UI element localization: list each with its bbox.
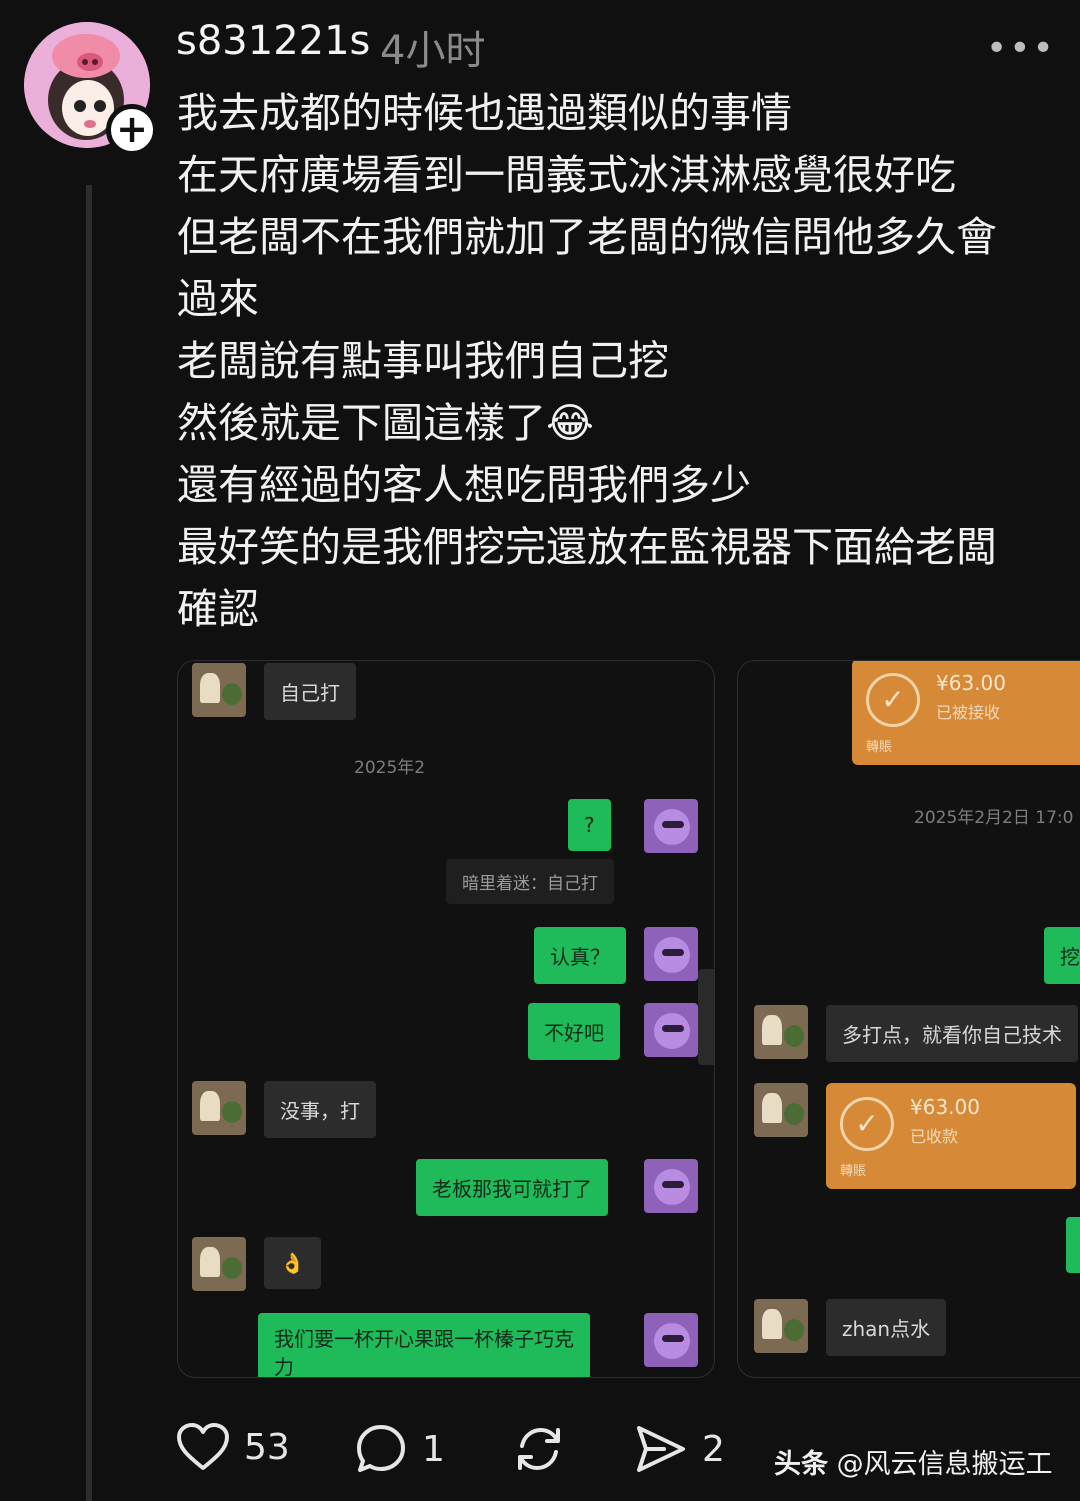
- repost-icon: [518, 1427, 560, 1471]
- post-line: 最好笑的是我們挖完還放在監視器下面給老闆: [177, 523, 997, 571]
- quoted-message: 暗里着迷：自己打: [446, 859, 614, 904]
- chat-bubble-incoming: 多打点，就看你自己技术: [826, 1005, 1078, 1062]
- post-line: 但老闆不在我們就加了老闆的微信問他多久會: [177, 213, 997, 261]
- transfer-label: 轉賬: [840, 1164, 867, 1179]
- post-line: 確認: [177, 585, 259, 633]
- transfer-card: ✓ ¥63.00 已被接收 轉賬: [852, 661, 1080, 765]
- own-avatar: [644, 799, 698, 853]
- post-line: 還有經過的客人想吃問我們多少: [177, 461, 751, 509]
- own-avatar: [644, 927, 698, 981]
- share-count: 2: [702, 1428, 725, 1470]
- more-options-icon[interactable]: •••: [986, 28, 1056, 69]
- heart-icon: [177, 1423, 229, 1470]
- watermark: 头条 @风云信息搬运工: [774, 1442, 1053, 1481]
- own-avatar: [644, 1159, 698, 1213]
- contact-avatar: [192, 1237, 246, 1291]
- comment-icon: [357, 1425, 405, 1472]
- comment-button[interactable]: 1: [354, 1422, 445, 1476]
- transfer-status: 已被接收: [936, 703, 1001, 722]
- transfer-amount: ¥63.00: [910, 1095, 980, 1119]
- bubble-line: 我们要一杯开心果跟一杯榛子巧克: [274, 1327, 574, 1351]
- transfer-card: ✓ ¥63.00 已收款 轉賬: [826, 1083, 1076, 1189]
- post-line: 過來: [177, 275, 259, 323]
- contact-avatar: [192, 1081, 246, 1135]
- post-line: 然後就是下圖這樣了😂: [177, 399, 594, 447]
- watermark-brand: 头条: [774, 1449, 828, 1480]
- chat-bubble-outgoing: 挖: [1044, 927, 1080, 984]
- contact-avatar: [754, 1005, 808, 1059]
- post-line: 老闆說有點事叫我們自己挖: [177, 337, 669, 385]
- like-button[interactable]: 53: [176, 1422, 290, 1472]
- post-time: 4小时: [380, 28, 486, 74]
- post-line: 我去成都的時候也遇過類似的事情: [177, 89, 792, 137]
- chat-bubble-incoming: 自己打: [264, 663, 356, 720]
- chat-timestamp: 2025年2月2日 17:0: [914, 808, 1074, 828]
- transfer-label: 轉賬: [866, 740, 893, 755]
- chat-bubble-outgoing: 我们要一杯开心果跟一杯榛子巧克 力: [258, 1313, 590, 1378]
- chat-bubble-outgoing: 老板那我可就打了: [416, 1159, 608, 1216]
- own-avatar: [644, 1313, 698, 1367]
- check-icon: ✓: [866, 673, 920, 727]
- scroll-handle[interactable]: [698, 969, 714, 1065]
- send-icon: [637, 1426, 685, 1472]
- contact-avatar: [754, 1299, 808, 1353]
- check-icon: ✓: [840, 1097, 894, 1151]
- watermark-handle: @风云信息搬运工: [836, 1449, 1053, 1480]
- chat-timestamp: 2025年2: [354, 758, 426, 778]
- chat-bubble-outgoing: 认真？: [534, 927, 626, 984]
- contact-avatar: [192, 663, 246, 717]
- own-avatar: [644, 1003, 698, 1057]
- transfer-amount: ¥63.00: [936, 671, 1006, 695]
- chat-bubble-incoming: zhan点水: [826, 1299, 947, 1356]
- share-button[interactable]: 2: [634, 1422, 725, 1476]
- chat-screenshot-right[interactable]: ✓ ¥63.00 已被接收 轉賬 2025年2月2日 17:0 挖 多打点，就看…: [737, 660, 1080, 1378]
- follow-plus-button[interactable]: +: [106, 104, 158, 156]
- comment-count: 1: [422, 1428, 445, 1470]
- post-line: 在天府廣場看到一間義式冰淇淋感覺很好吃: [177, 151, 956, 199]
- username[interactable]: s831221s: [176, 18, 370, 64]
- repost-button[interactable]: [512, 1422, 566, 1476]
- post-text: 我去成都的時候也遇過類似的事情 在天府廣場看到一間義式冰淇淋感覺很好吃 但老闆不…: [177, 82, 1057, 640]
- chat-bubble-outgoing-partial: [1066, 1217, 1080, 1273]
- chat-bubble-outgoing: 不好吧: [528, 1003, 620, 1060]
- thread-line: [86, 185, 92, 1501]
- like-count: 53: [244, 1426, 290, 1468]
- chat-screenshot-left[interactable]: 自己打 2025年2 ? 暗里着迷：自己打 认真？ 不好吧 没事，打 老板那我可…: [177, 660, 715, 1378]
- chat-bubble-incoming: 没事，打: [264, 1081, 376, 1138]
- transfer-status: 已收款: [910, 1127, 959, 1146]
- contact-avatar: [754, 1083, 808, 1137]
- chat-bubble-incoming: 👌: [264, 1237, 321, 1289]
- chat-bubble-outgoing: ?: [568, 799, 611, 851]
- bubble-line: 力: [274, 1355, 294, 1378]
